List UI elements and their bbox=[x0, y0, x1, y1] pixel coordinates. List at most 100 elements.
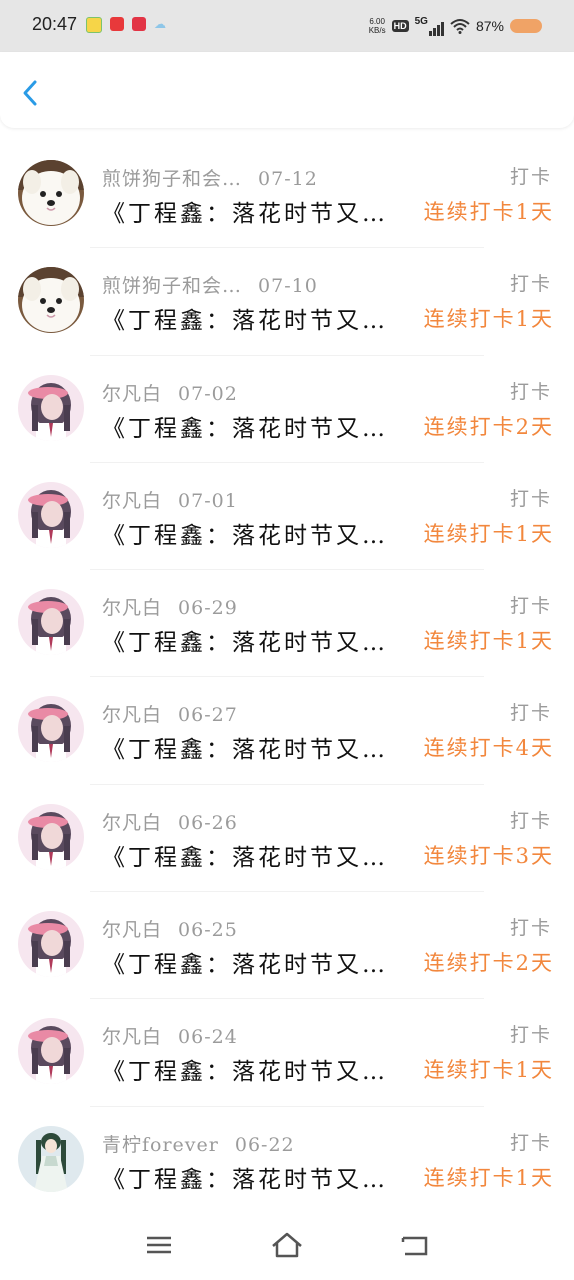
girl-avatar-image bbox=[18, 481, 84, 548]
streak-label: 连续打卡2天 bbox=[423, 951, 554, 976]
list-item[interactable]: 青柠forever 06-22 打卡 《丁程鑫：落花时节又… 连续打卡1天 bbox=[0, 1105, 574, 1213]
user-name[interactable]: 尔凡白 bbox=[102, 704, 162, 726]
article-title: 《丁程鑫：落花时节又… bbox=[102, 201, 388, 227]
streak-label: 连续打卡4天 bbox=[423, 736, 554, 761]
checkin-type-label: 打卡 bbox=[509, 273, 552, 296]
back-nav-button[interactable] bbox=[398, 1230, 432, 1260]
checkin-list: 煎饼狗子和会… 07-12 打卡 《丁程鑫：落花时节又… 连续打卡1天 煎饼狗子和… bbox=[0, 140, 574, 1213]
user-name[interactable]: 煎饼狗子和会… bbox=[102, 168, 242, 190]
user-name[interactable]: 尔凡白 bbox=[102, 812, 162, 834]
notification-icons: ☁ bbox=[86, 17, 166, 33]
divider bbox=[90, 354, 484, 356]
girl-avatar-image bbox=[18, 911, 84, 978]
avatar[interactable] bbox=[18, 1125, 84, 1192]
back-button[interactable] bbox=[14, 76, 48, 110]
list-item[interactable]: 尔凡白 06-26 打卡 《丁程鑫：落花时节又… 连续打卡3天 bbox=[0, 783, 574, 891]
user-name[interactable]: 煎饼狗子和会… bbox=[102, 275, 242, 297]
avatar[interactable] bbox=[18, 267, 84, 334]
checkin-type-label: 打卡 bbox=[509, 166, 552, 188]
app-notification-icon bbox=[132, 17, 146, 31]
avatar[interactable] bbox=[18, 481, 84, 548]
article-title: 《丁程鑫：落花时节又… bbox=[102, 630, 388, 657]
checkin-date: 06-22 bbox=[234, 1133, 295, 1156]
article-title: 《丁程鑫：落花时节又… bbox=[102, 737, 388, 764]
user-name[interactable]: 尔凡白 bbox=[102, 919, 162, 941]
menu-icon bbox=[147, 1236, 171, 1254]
girl-avatar-image bbox=[18, 696, 84, 763]
checkin-type-label: 打卡 bbox=[509, 809, 552, 832]
checkin-type-label: 打卡 bbox=[509, 487, 552, 510]
avatar[interactable] bbox=[18, 911, 84, 978]
streak-label: 连续打卡1天 bbox=[423, 521, 554, 546]
header bbox=[0, 52, 574, 128]
divider bbox=[90, 783, 484, 785]
checkin-date: 06-29 bbox=[178, 597, 238, 620]
battery-percent: 87% bbox=[475, 18, 504, 34]
divider bbox=[90, 891, 484, 893]
list-item[interactable]: 尔凡白 06-27 打卡 《丁程鑫：落花时节又… 连续打卡4天 bbox=[0, 676, 574, 783]
avatar[interactable] bbox=[18, 589, 84, 656]
list-item[interactable]: 尔凡白 06-29 打卡 《丁程鑫：落花时节又… 连续打卡1天 bbox=[0, 569, 574, 676]
checkin-date: 06-24 bbox=[178, 1026, 238, 1049]
girl-avatar-image bbox=[18, 589, 84, 656]
home-icon bbox=[272, 1232, 302, 1258]
system-nav-bar bbox=[0, 1212, 574, 1280]
user-name[interactable]: 尔凡白 bbox=[102, 383, 162, 405]
samoyed-avatar-image bbox=[18, 160, 84, 226]
checkin-date: 07-10 bbox=[258, 275, 318, 298]
back-icon bbox=[401, 1236, 428, 1256]
app-notification-icon bbox=[110, 17, 124, 31]
article-title: 《丁程鑫：落花时节又… bbox=[102, 952, 388, 979]
article-title: 《丁程鑫：落花时节又… bbox=[102, 844, 388, 871]
app-notification-icon bbox=[86, 17, 102, 33]
divider bbox=[90, 676, 484, 678]
user-name[interactable]: 尔凡白 bbox=[102, 490, 162, 512]
hd-badge: HD bbox=[391, 20, 409, 32]
article-title: 《丁程鑫：落花时节又… bbox=[102, 308, 388, 335]
list-item[interactable]: 尔凡白 06-24 打卡 《丁程鑫：落花时节又… 连续打卡1天 bbox=[0, 998, 574, 1105]
streak-label: 连续打卡1天 bbox=[423, 307, 554, 332]
girl-avatar-image bbox=[18, 803, 84, 870]
checkin-type-label: 打卡 bbox=[509, 702, 552, 725]
article-title: 《丁程鑫：落花时节又… bbox=[102, 415, 388, 442]
user-name[interactable]: 青柠forever bbox=[102, 1134, 219, 1156]
list-item[interactable]: 尔凡白 07-01 打卡 《丁程鑫：落花时节又… 连续打卡1天 bbox=[0, 461, 574, 569]
checkin-type-label: 打卡 bbox=[509, 1131, 552, 1154]
menu-button[interactable] bbox=[142, 1230, 176, 1260]
streak-label: 连续打卡2天 bbox=[423, 414, 554, 439]
list-item[interactable]: 尔凡白 07-02 打卡 《丁程鑫：落花时节又… 连续打卡2天 bbox=[0, 354, 574, 462]
divider bbox=[90, 569, 484, 571]
checkin-date: 06-26 bbox=[178, 811, 238, 834]
checkin-type-label: 打卡 bbox=[509, 1024, 552, 1047]
checkin-date: 07-01 bbox=[178, 489, 238, 512]
list-item[interactable]: 煎饼狗子和会… 07-12 打卡 《丁程鑫：落花时节又… 连续打卡1天 bbox=[0, 140, 574, 247]
checkin-type-label: 打卡 bbox=[509, 595, 552, 618]
list-item[interactable]: 煎饼狗子和会… 07-10 打卡 《丁程鑫：落花时节又… 连续打卡1天 bbox=[0, 247, 574, 354]
divider bbox=[90, 998, 484, 1000]
avatar[interactable] bbox=[18, 696, 84, 763]
checkin-type-label: 打卡 bbox=[509, 380, 552, 403]
avatar[interactable] bbox=[18, 160, 84, 226]
status-bar: 20:47 ☁ 6.00 KB/s HD 5G 87% bbox=[0, 0, 574, 52]
checkin-date: 07-02 bbox=[178, 382, 238, 405]
list-item[interactable]: 尔凡白 06-25 打卡 《丁程鑫：落花时节又… 连续打卡2天 bbox=[0, 891, 574, 998]
streak-label: 连续打卡1天 bbox=[423, 1058, 554, 1083]
wifi-icon bbox=[450, 19, 470, 34]
avatar[interactable] bbox=[18, 1018, 84, 1085]
user-name[interactable]: 尔凡白 bbox=[102, 597, 162, 619]
user-name[interactable]: 尔凡白 bbox=[102, 1026, 162, 1048]
status-time: 20:47 bbox=[32, 14, 78, 34]
avatar[interactable] bbox=[18, 374, 84, 441]
home-button[interactable] bbox=[270, 1230, 304, 1260]
article-title: 《丁程鑫：落花时节又… bbox=[102, 522, 388, 549]
cloud-icon: ☁ bbox=[154, 17, 166, 31]
streak-label: 连续打卡1天 bbox=[423, 629, 554, 654]
checkin-date: 06-27 bbox=[178, 704, 238, 727]
checkin-date: 06-25 bbox=[178, 919, 238, 942]
samoyed-avatar-image bbox=[18, 267, 84, 334]
article-title: 《丁程鑫：落花时节又… bbox=[102, 1059, 388, 1086]
streak-label: 连续打卡1天 bbox=[423, 1165, 554, 1190]
avatar[interactable] bbox=[18, 803, 84, 870]
streak-label: 连续打卡1天 bbox=[423, 200, 554, 224]
battery-icon bbox=[510, 19, 542, 33]
